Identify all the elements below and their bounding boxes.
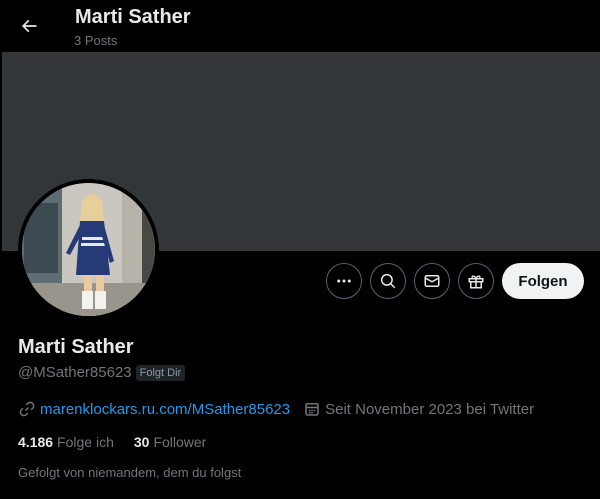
profile-website-text[interactable]: marenklockars.ru.com/MSather85623 [40,401,290,418]
avatar-photo [22,183,155,316]
following-stat[interactable]: 4.186 Folge ich [18,434,114,450]
search-icon [380,273,396,289]
followers-stat[interactable]: 30 Follower [134,434,206,450]
search-button[interactable] [370,263,406,299]
back-button[interactable] [14,11,44,41]
gift-button[interactable] [458,263,494,299]
arrow-left-icon [21,19,37,33]
profile-meta: marenklockars.ru.com/MSather85623 Seit N… [18,400,534,418]
more-icon [337,279,351,283]
profile-name: Marti Sather [18,336,134,358]
handle-row: @MSather85623 Folgt Dir [18,364,186,381]
profile-joined-text: Seit November 2023 bei Twitter [325,400,535,418]
following-count: 4.186 [18,434,54,450]
calendar-icon [303,400,321,418]
profile-handle: @MSather85623 [18,364,132,381]
message-button[interactable] [414,263,450,299]
header-title: Marti Sather [75,6,191,28]
header-post-count: 3 Posts [74,33,118,48]
following-label: Folge ich [57,434,114,450]
profile-website-link[interactable]: marenklockars.ru.com/MSather85623 [18,400,290,418]
profile-joined: Seit November 2023 bei Twitter [303,400,534,418]
followers-label: Follower [153,434,207,450]
link-icon [18,400,36,418]
gift-icon [468,275,484,289]
avatar[interactable] [18,179,159,320]
mail-icon [424,275,440,287]
more-button[interactable] [326,263,362,299]
followed-by-text: Gefolgt von niemandem, dem du folgst [18,465,242,480]
followers-count: 30 [133,434,150,450]
follows-you-badge: Folgt Dir [135,364,186,381]
profile-header: Marti Sather 3 Posts [0,0,600,52]
follow-stats: 4.186 Folge ich 30 Follower [18,434,226,450]
follow-button[interactable]: Folgen [502,263,584,299]
